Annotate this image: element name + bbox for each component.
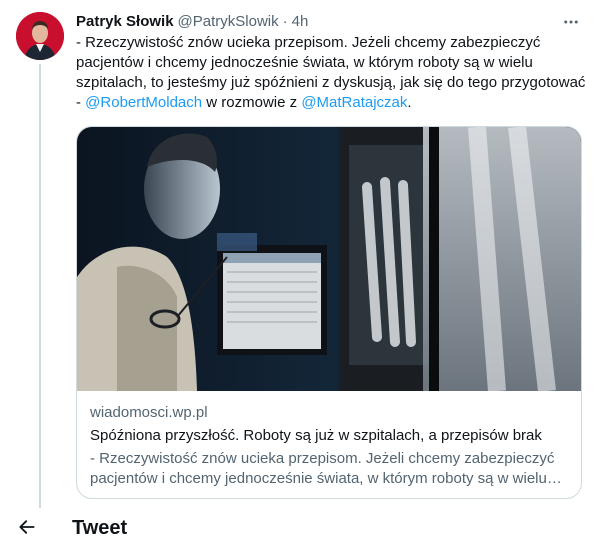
- separator-dot: ·: [282, 13, 288, 30]
- back-button[interactable]: [12, 512, 42, 542]
- thread-line: [39, 64, 41, 508]
- arrow-left-icon: [19, 520, 35, 534]
- more-button[interactable]: [560, 11, 582, 33]
- avatar-image: [16, 12, 64, 60]
- mention-robert-moldach[interactable]: @RobertMoldach: [85, 94, 202, 111]
- xray-photo-illustration: [77, 127, 581, 393]
- more-horizontal-icon: [564, 20, 578, 24]
- author-handle[interactable]: @PatrykSlowik: [178, 12, 279, 32]
- card-description: - Rzeczywistość znów ucieka przepisom. J…: [90, 450, 555, 487]
- card-meta: wiadomosci.wp.pl Spóźniona przyszłość. R…: [90, 403, 570, 489]
- card-image[interactable]: [77, 127, 581, 393]
- tweet-text-part3: .: [407, 94, 412, 111]
- mention-mat-ratajczak[interactable]: @MatRatajczak: [301, 94, 407, 111]
- card-domain: wiadomosci.wp.pl: [90, 404, 208, 421]
- page-title: Tweet: [72, 517, 128, 539]
- avatar[interactable]: [16, 12, 64, 60]
- tweet-time[interactable]: 4h: [292, 12, 309, 32]
- tweet-header: Patryk Słowik @PatrykSlowik · 4h: [76, 12, 308, 32]
- link-card[interactable]: wiadomosci.wp.pl Spóźniona przyszłość. R…: [76, 126, 582, 499]
- tweet-text-part2: w rozmowie z: [202, 94, 302, 111]
- author-name[interactable]: Patryk Słowik: [76, 12, 174, 32]
- tweet-text: - Rzeczywistość znów ucieka przepisom. J…: [76, 33, 586, 113]
- tweet[interactable]: Patryk Słowik @PatrykSlowik · 4h - Rzecz…: [0, 0, 598, 508]
- top-nav-bar: Tweet: [0, 508, 598, 545]
- card-title: Spóźniona przyszłość. Roboty są już w sz…: [90, 427, 542, 444]
